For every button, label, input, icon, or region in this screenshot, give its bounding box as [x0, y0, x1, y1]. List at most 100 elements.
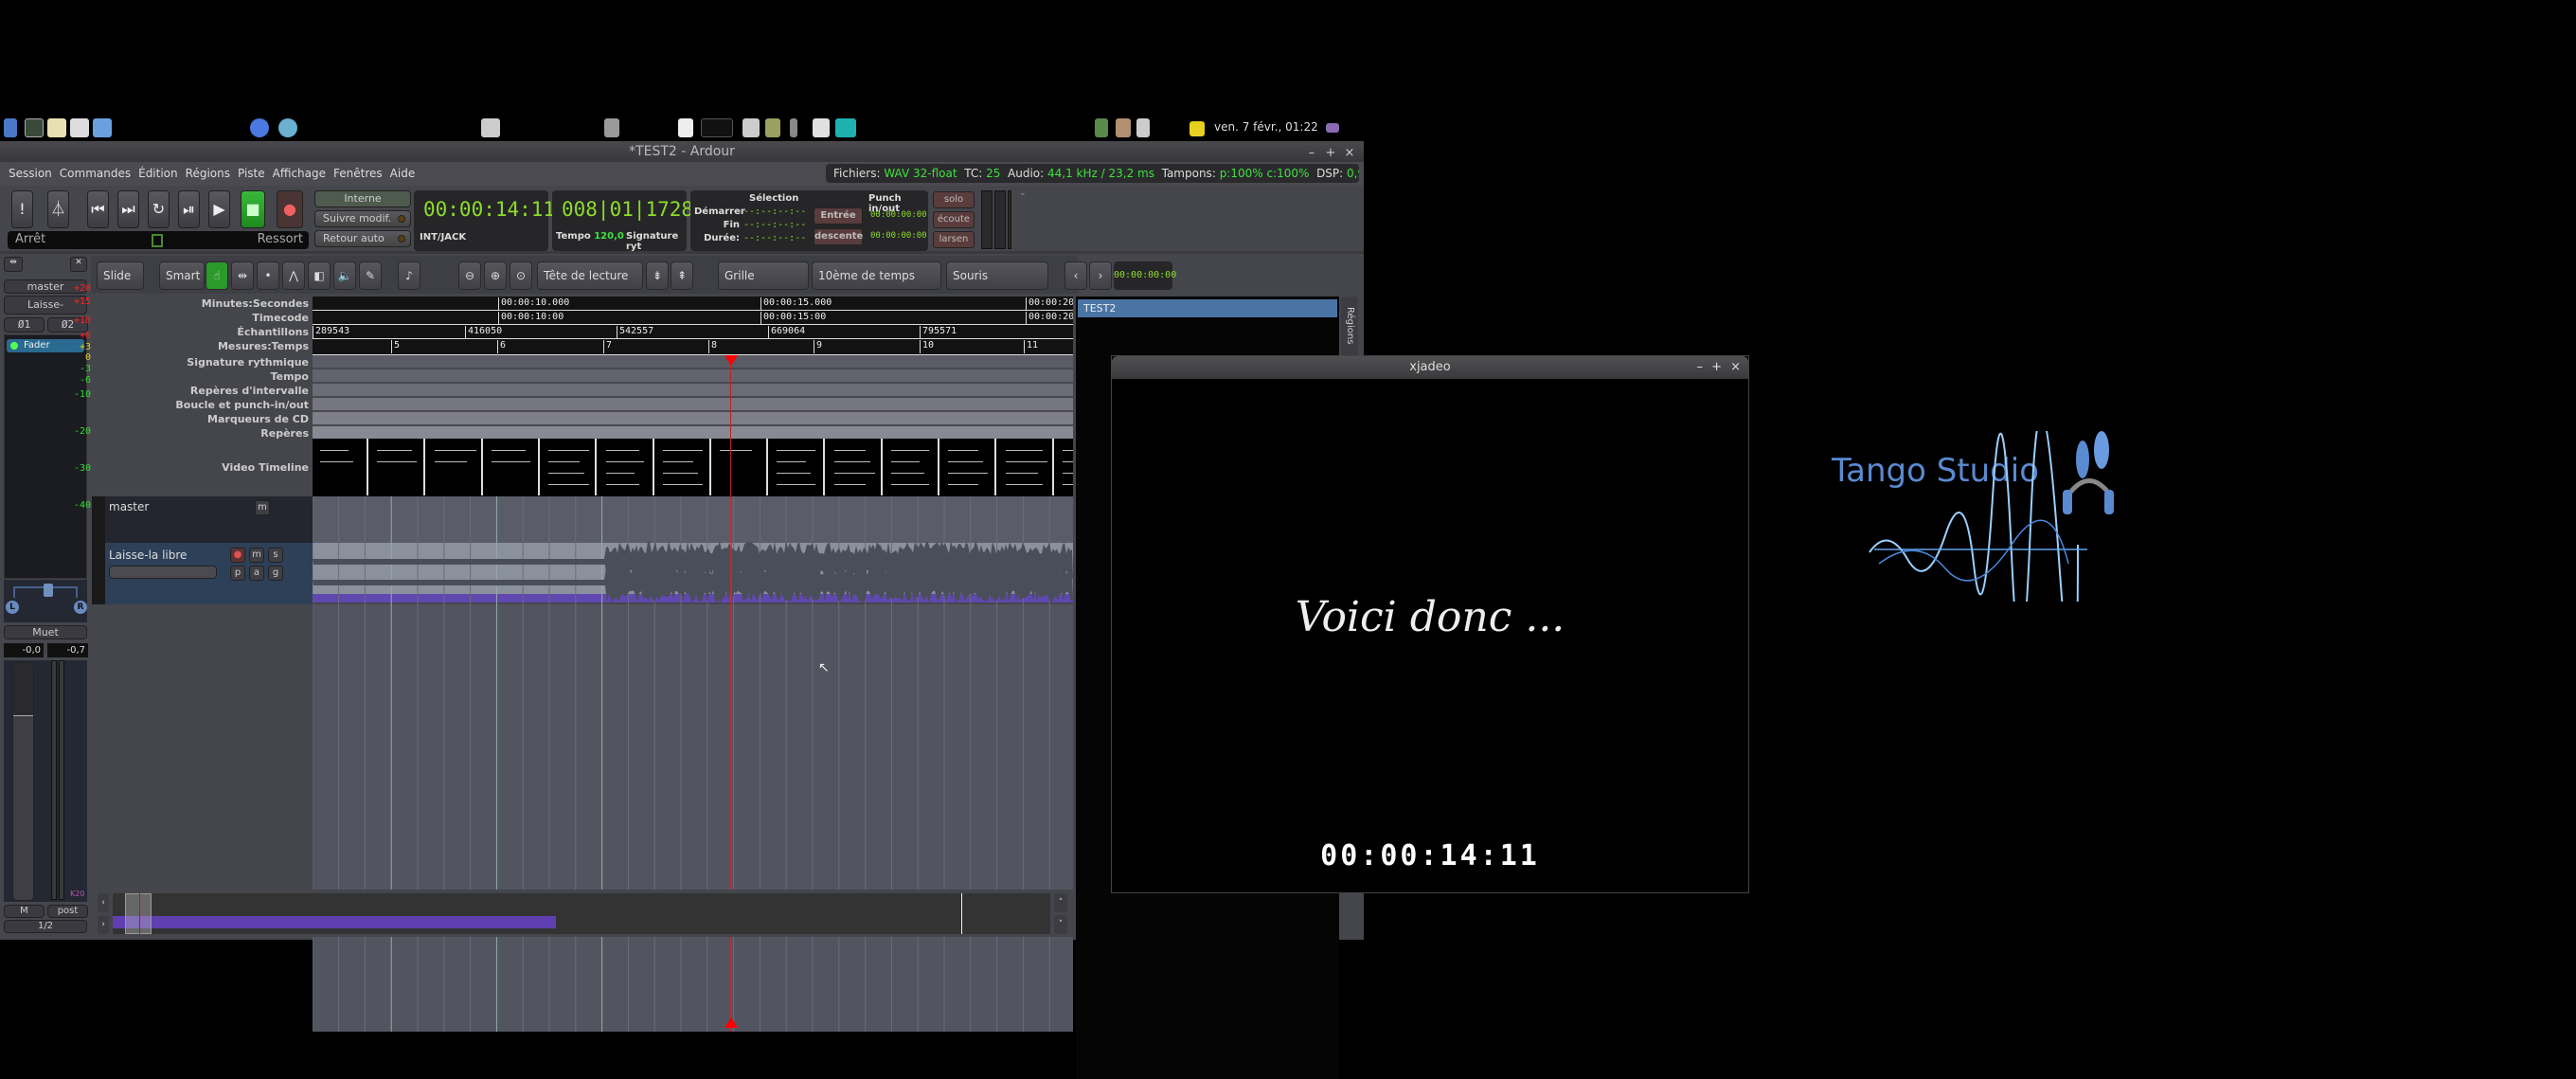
goto-start-button[interactable]: ⏮: [87, 190, 109, 228]
meter-point-button[interactable]: M: [4, 905, 45, 918]
shrink-tracks-button[interactable]: ⇟: [646, 261, 669, 290]
draw-tool-button[interactable]: ✎: [359, 261, 382, 290]
audition-tool-button[interactable]: 🔈: [333, 261, 356, 290]
selection-end[interactable]: --:--:--:--: [743, 220, 806, 230]
cut-tool-button[interactable]: •: [257, 261, 279, 290]
playhead-marker[interactable]: [724, 355, 738, 366]
ruler-bars-beats[interactable]: 5 6 7 8 9 10 11: [313, 339, 1073, 355]
notes-icon[interactable]: [1190, 121, 1205, 136]
shuttle-handle[interactable]: [152, 234, 163, 247]
edit-mode-select[interactable]: Slide: [97, 261, 144, 290]
xjadeo-maximize-button[interactable]: +: [1711, 356, 1722, 379]
gain-display[interactable]: -0,0: [4, 643, 44, 657]
loop-button[interactable]: ↻: [148, 190, 170, 228]
patchage-icon[interactable]: [742, 118, 760, 137]
range-tool-button[interactable]: ⇹: [231, 261, 254, 290]
gain-tool-button[interactable]: ⋀: [282, 261, 305, 290]
phase-invert-1[interactable]: Ø1: [4, 317, 45, 333]
pen-icon[interactable]: [790, 118, 797, 137]
marker-ruler-row[interactable]: [313, 384, 1073, 397]
scroll-right-button[interactable]: ›: [98, 915, 109, 934]
automation-button[interactable]: a: [249, 566, 264, 581]
primary-clock[interactable]: 00:00:14:11 INT/JACK: [414, 190, 555, 251]
shuttle-mode-label[interactable]: Ressort: [258, 232, 303, 246]
usb-icon[interactable]: [1136, 118, 1150, 137]
solo-button[interactable]: solo: [933, 191, 975, 208]
menu-windows[interactable]: Fenêtres: [330, 162, 386, 186]
transport-chevron-icon[interactable]: ⌄: [1019, 189, 1027, 198]
menu-commands[interactable]: Commandes: [56, 162, 134, 186]
tab-regions[interactable]: Régions: [1341, 297, 1358, 355]
sync-button[interactable]: Interne: [314, 190, 411, 207]
piano-icon[interactable]: [813, 118, 830, 137]
metronome-button[interactable]: ⏃: [47, 190, 69, 228]
punch-in-time[interactable]: 00:00:00:00: [870, 210, 927, 220]
marker-ruler-row[interactable]: [313, 369, 1073, 383]
mute-button[interactable]: m: [249, 548, 264, 563]
nudge-forward-button[interactable]: ›: [1089, 261, 1112, 290]
track-header-master[interactable]: master m: [92, 496, 313, 543]
track-name[interactable]: master: [109, 500, 149, 513]
peak-display[interactable]: -0,7: [47, 643, 88, 657]
selection-length[interactable]: --:--:--:--: [743, 233, 806, 243]
pan-handle[interactable]: [44, 584, 53, 597]
region-item[interactable]: TEST2: [1078, 299, 1337, 317]
grid-select[interactable]: 10ème de temps: [812, 261, 941, 290]
nudge-clock[interactable]: 00:00:00:00: [1114, 261, 1176, 290]
processor-active-led[interactable]: [10, 342, 18, 350]
app-menu-icon[interactable]: [4, 118, 17, 137]
audio-tray-icon[interactable]: [1326, 123, 1339, 133]
files-icon[interactable]: [93, 118, 112, 137]
track-header-laisse-la-libre[interactable]: Laisse-la libre ● m s p a g: [92, 543, 313, 604]
secondary-clock[interactable]: 008|01|1728 Tempo 120,0 Signature ryt: [552, 190, 693, 252]
punch-out-time[interactable]: 00:00:00:00: [870, 231, 927, 241]
output-button[interactable]: 1/2: [4, 920, 87, 933]
track-name[interactable]: Laisse-la libre: [109, 548, 187, 562]
xjadeo-close-button[interactable]: ×: [1730, 356, 1741, 379]
monitor-icon[interactable]: [701, 118, 733, 137]
nudge-back-button[interactable]: ‹: [1064, 261, 1087, 290]
edit-point-select[interactable]: Souris: [946, 261, 1048, 290]
mute-button[interactable]: m: [255, 500, 270, 515]
panic-button[interactable]: !: [11, 190, 33, 228]
music-app-icon[interactable]: [835, 118, 856, 137]
menu-regions[interactable]: Régions: [182, 162, 234, 186]
grab-tool-button[interactable]: ☝: [206, 261, 228, 290]
zoom-session-button[interactable]: ⊙: [510, 261, 532, 290]
terminal-icon[interactable]: [25, 118, 44, 137]
stretch-tool-button[interactable]: ◧: [308, 261, 331, 290]
feedback-button[interactable]: larsen: [933, 231, 975, 248]
marker-ruler-row[interactable]: [313, 355, 1073, 369]
group-button[interactable]: g: [268, 566, 283, 581]
clock[interactable]: ven. 7 févr., 01:22: [1214, 120, 1318, 134]
goto-end-button[interactable]: ⏭: [117, 190, 139, 228]
menu-help[interactable]: Aide: [386, 162, 420, 186]
close-button[interactable]: ×: [1343, 143, 1356, 164]
punch-in-button[interactable]: Entrée: [814, 207, 863, 225]
auto-return-button[interactable]: Retour auto: [314, 230, 411, 247]
snap-select[interactable]: Grille: [718, 261, 809, 290]
maximize-button[interactable]: +: [1324, 143, 1337, 164]
scroll-left-button[interactable]: ‹: [98, 893, 109, 912]
solo-button[interactable]: s: [268, 548, 283, 563]
play-range-button[interactable]: ⏯: [178, 190, 200, 228]
zoom-focus-select[interactable]: Tête de lecture: [537, 261, 643, 290]
ruler-minsec[interactable]: 00:00:10.000 00:00:15.000 00:00:20.000: [313, 297, 1073, 311]
scroll-up-button[interactable]: ˄: [1054, 893, 1067, 912]
connections-icon[interactable]: [604, 118, 619, 137]
menu-edit[interactable]: Édition: [134, 162, 182, 186]
expand-tracks-button[interactable]: ⇞: [671, 261, 693, 290]
text-editor-icon[interactable]: [47, 118, 66, 137]
network-icon[interactable]: [278, 118, 297, 137]
zoom-in-button[interactable]: ⊕: [484, 261, 507, 290]
trash-icon[interactable]: [765, 118, 780, 137]
minimize-button[interactable]: –: [1305, 143, 1318, 164]
browser-icon[interactable]: [250, 118, 269, 137]
stop-button[interactable]: ■: [241, 190, 265, 228]
playhead-marker-bottom[interactable]: [724, 1017, 738, 1028]
scroll-down-button[interactable]: ˅: [1054, 915, 1067, 934]
track-gain-slider[interactable]: [109, 566, 217, 579]
screenshot-icon[interactable]: [481, 118, 500, 137]
ruler-samples[interactable]: 289543 416050 542557 669064 795571: [313, 325, 1073, 339]
marker-ruler-row[interactable]: [313, 426, 1073, 440]
